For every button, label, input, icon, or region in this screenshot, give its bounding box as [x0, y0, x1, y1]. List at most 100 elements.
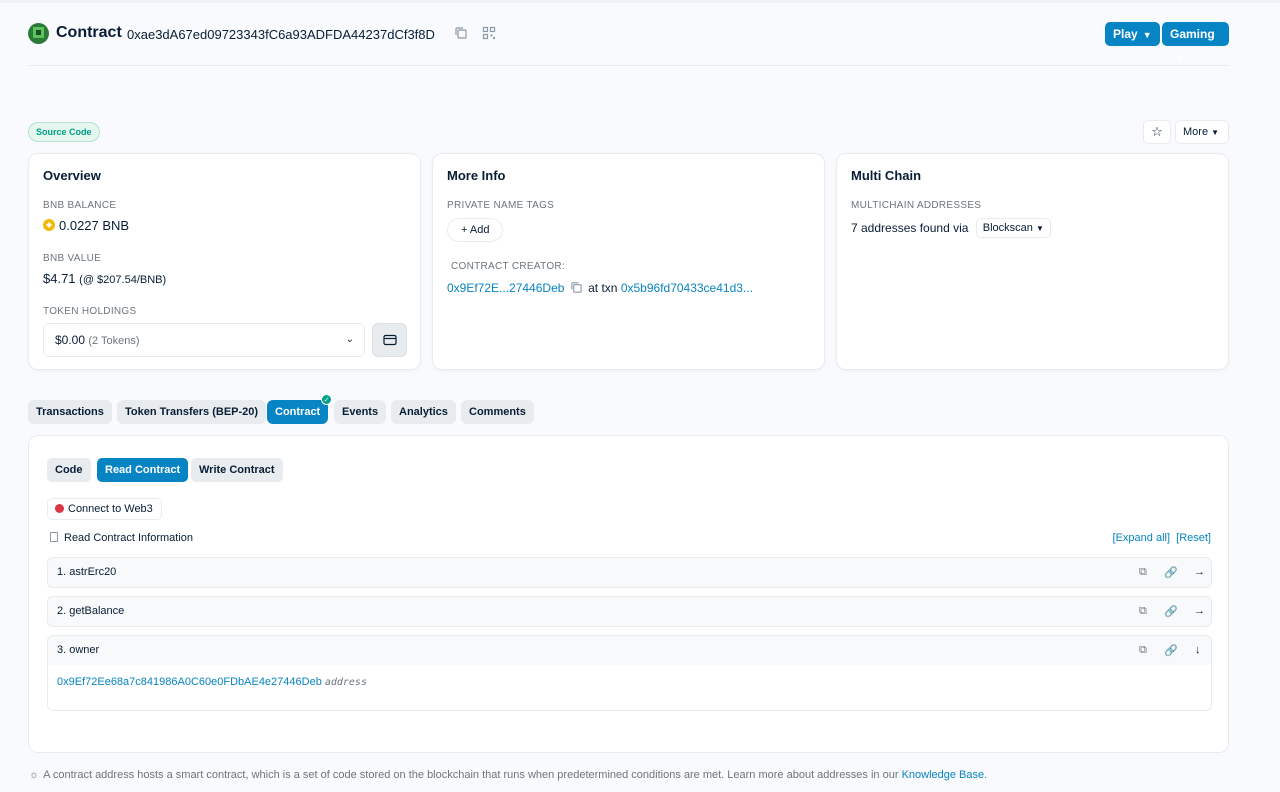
owner-result-panel: 0x9Ef72Ee68a7c841986A0C60e0FDbAE4e27446D… [47, 665, 1212, 711]
more-info-title: More Info [447, 168, 506, 183]
footer-text: A contract address hosts a smart contrac… [43, 769, 899, 781]
contract-avatar-icon [28, 23, 49, 44]
arrow-right-icon[interactable]: → [1194, 605, 1205, 617]
chevron-down-icon: ▼ [1142, 30, 1152, 40]
bnb-value-text: $4.71 [43, 271, 76, 286]
function-row-astrerc20[interactable]: 1. astrErc20 ⧉ 🔗 → [47, 557, 1212, 588]
token-holdings-dropdown[interactable]: $0.00 (2 Tokens) ⌄ [43, 323, 365, 357]
owner-result-type: address [324, 677, 367, 688]
multichain-addresses-label: MULTICHAIN ADDRESSES [851, 200, 982, 211]
copy-icon[interactable] [570, 281, 583, 297]
more-dropdown[interactable]: More ▼ [1175, 120, 1229, 144]
multi-chain-title: Multi Chain [851, 168, 922, 183]
tab-transactions[interactable]: Transactions [28, 400, 112, 424]
function-row-getbalance[interactable]: 2. getBalance ⧉ 🔗 → [47, 596, 1212, 627]
copy-icon[interactable]: ⧉ [1139, 605, 1147, 618]
lightbulb-icon: ☼ [29, 769, 40, 781]
creator-line: 0x9Ef72E...27446Deb at txn 0x5b96fd70433… [447, 281, 753, 297]
tab-analytics[interactable]: Analytics [391, 400, 456, 424]
contract-creator-label: CONTRACT CREATOR: [451, 261, 565, 272]
bnb-balance-value: 0.0227 BNB [43, 218, 129, 233]
more-label: More [1183, 126, 1209, 138]
blockscan-dropdown[interactable]: Blockscan ▼ [975, 218, 1051, 238]
qr-code-icon[interactable] [482, 26, 496, 40]
chevron-down-icon: ▼ [1211, 128, 1220, 137]
wallet-button[interactable] [372, 323, 407, 357]
tab-events[interactable]: Events [334, 400, 387, 424]
copy-icon[interactable]: ⧉ [1139, 644, 1147, 657]
gaming-button[interactable]: Gaming ▼ [1162, 22, 1229, 64]
copy-icon[interactable]: ⧉ [1139, 566, 1147, 579]
footer-note: ☼ A contract address hosts a smart contra… [29, 769, 987, 781]
subtab-read-contract[interactable]: Read Contract [97, 458, 189, 482]
star-button[interactable]: ☆ [1143, 120, 1171, 144]
tab-comments[interactable]: Comments [461, 400, 534, 424]
play-button-label: Play [1113, 27, 1138, 41]
token-holdings-label: TOKEN HOLDINGS [43, 306, 137, 317]
function-row-owner[interactable]: 3. owner ⧉ 🔗 ↓ [47, 635, 1212, 666]
knowledge-base-link[interactable]: Knowledge Base [902, 769, 985, 781]
private-tags-label: PRIVATE NAME TAGS [447, 200, 555, 211]
connect-web3-button[interactable]: Connect to Web3 [47, 498, 162, 520]
bnb-value: $4.71 (@ $207.54/BNB) [43, 271, 166, 286]
bnb-balance-text: 0.0227 BNB [59, 218, 130, 233]
source-code-badge[interactable]: Source Code [28, 122, 100, 142]
footer-end: . [984, 769, 988, 781]
verified-check-icon: ✓ [321, 394, 332, 405]
contract-address[interactable]: 0xae3dA67ed09723343fC6a93ADFDA44237dCf3f… [127, 27, 435, 42]
page-header: Contract 0xae3dA67ed09723343fC6a93ADFDA4… [28, 16, 1229, 66]
token-count: (2 Tokens) [88, 335, 140, 347]
read-contract-info: Read Contract Information [50, 532, 193, 544]
owner-result: 0x9Ef72Ee68a7c841986A0C60e0FDbAE4e27446D… [57, 676, 367, 688]
bnb-rate: (@ $207.54/BNB) [79, 274, 167, 286]
wallet-icon [383, 334, 397, 346]
overview-title: Overview [43, 168, 101, 183]
tab-token-transfers[interactable]: Token Transfers (BEP-20) [117, 400, 267, 424]
link-icon[interactable]: 🔗 [1164, 644, 1178, 657]
document-icon [50, 532, 58, 542]
chevron-down-icon: ⌄ [345, 334, 354, 345]
expand-reset-links: [Expand all] [Reset] [1113, 532, 1211, 544]
function-name: 3. owner [57, 644, 100, 656]
multichain-found: 7 addresses found via Blockscan ▼ [851, 218, 1051, 238]
multi-chain-card: Multi Chain MULTICHAIN ADDRESSES 7 addre… [836, 153, 1229, 370]
contract-panel: Code Read Contract Write Contract Connec… [28, 435, 1229, 753]
blockscan-label: Blockscan [982, 222, 1033, 234]
tab-contract[interactable]: Contract [267, 400, 329, 424]
subtab-code[interactable]: Code [47, 458, 91, 482]
found-text: 7 addresses found via [851, 221, 969, 235]
chevron-down-icon: ▼ [1175, 54, 1184, 64]
expand-all-link[interactable]: [Expand all] [1113, 532, 1170, 544]
overview-card: Overview BNB BALANCE 0.0227 BNB BNB VALU… [28, 153, 421, 370]
owner-address-link[interactable]: 0x9Ef72Ee68a7c841986A0C60e0FDbAE4e27446D… [57, 676, 322, 688]
reset-link[interactable]: [Reset] [1176, 532, 1211, 544]
page-title: Contract [56, 24, 122, 41]
subtab-write-contract[interactable]: Write Contract [191, 458, 283, 482]
function-name: 2. getBalance [57, 605, 125, 617]
arrow-right-icon[interactable]: → [1194, 566, 1205, 578]
bnb-value-label: BNB VALUE [43, 253, 102, 264]
function-name: 1. astrErc20 [57, 566, 117, 578]
chevron-down-icon: ▼ [1035, 224, 1044, 233]
link-icon[interactable]: 🔗 [1164, 605, 1178, 618]
top-divider [0, 0, 1280, 3]
copy-icon[interactable] [454, 26, 468, 40]
plus-icon: + [461, 224, 468, 236]
bnb-balance-label: BNB BALANCE [43, 200, 117, 211]
gaming-button-label: Gaming [1170, 27, 1215, 41]
connect-label: Connect to Web3 [68, 503, 153, 515]
creation-txn-link[interactable]: 0x5b96fd70433ce41d3... [621, 281, 753, 295]
token-value: $0.00 [55, 333, 86, 347]
creator-address-link[interactable]: 0x9Ef72E...27446Deb [447, 281, 564, 295]
bnb-coin-icon [43, 219, 55, 231]
at-txn-label: at txn [588, 281, 618, 295]
arrow-down-icon[interactable]: ↓ [1195, 644, 1201, 656]
read-info-label: Read Contract Information [64, 532, 194, 544]
link-icon[interactable]: 🔗 [1164, 566, 1178, 579]
more-info-card: More Info PRIVATE NAME TAGS + Add CONTRA… [432, 153, 825, 370]
add-tag-button[interactable]: + Add [447, 218, 504, 242]
add-label: Add [469, 224, 490, 236]
play-button[interactable]: Play ▼ [1105, 22, 1160, 46]
star-icon: ☆ [1151, 124, 1163, 139]
disconnected-status-icon [55, 504, 64, 513]
